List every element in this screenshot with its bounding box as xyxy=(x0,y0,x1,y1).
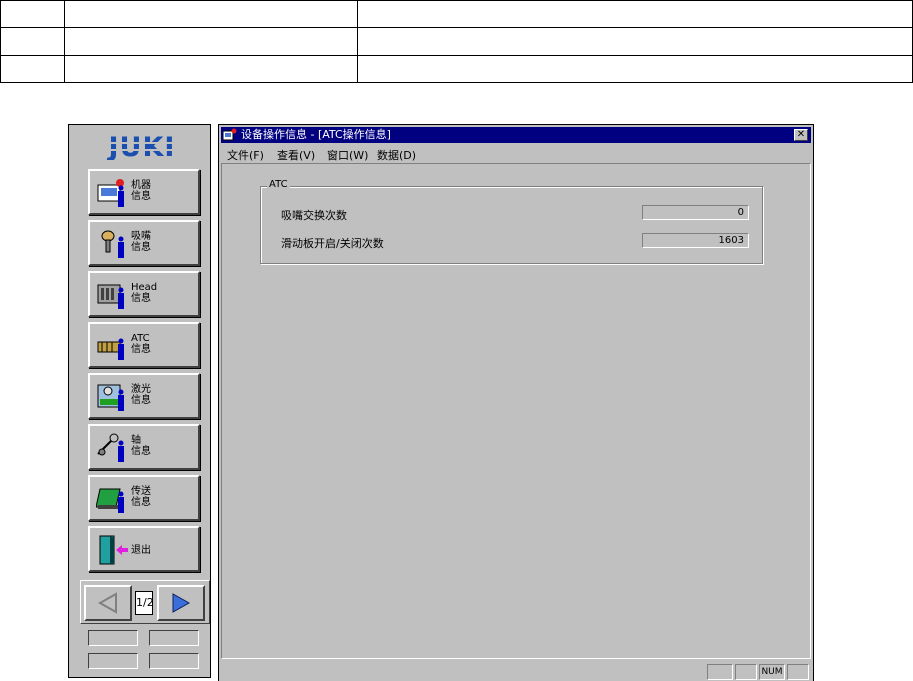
slide-plate-count-value: 1603 xyxy=(642,233,749,248)
button-label: ATC 信息 xyxy=(131,333,151,355)
status-slot xyxy=(88,630,138,646)
close-button[interactable]: ✕ xyxy=(794,129,808,141)
status-cell xyxy=(707,664,733,680)
window-app-icon xyxy=(223,128,237,141)
atc-groupbox: ATC 吸嘴交换次数 0 滑动板开启/关闭次数 1603 xyxy=(260,179,763,264)
machine-info-button[interactable]: 机器 信息 xyxy=(88,169,200,215)
head-info-button[interactable]: Head 信息 xyxy=(88,271,200,317)
button-label: 激光 信息 xyxy=(131,384,151,406)
exit-door-icon xyxy=(99,535,128,565)
nozzle-info-button[interactable]: 吸嘴 信息 xyxy=(88,220,200,266)
num-lock-indicator: NUM xyxy=(759,664,785,680)
table-row xyxy=(0,54,913,84)
status-slot xyxy=(149,653,199,669)
table-row xyxy=(0,27,913,56)
status-slot xyxy=(149,630,199,646)
head-info-icon xyxy=(97,284,124,309)
button-label: 轴 信息 xyxy=(131,435,151,457)
window-title: 设备操作信息 - [ATC操作信息] xyxy=(241,128,391,141)
page-indicator: 1/2 xyxy=(135,591,154,615)
slide-plate-count-label: 滑动板开启/关闭次数 xyxy=(281,237,384,250)
button-label: 退出 xyxy=(131,545,151,556)
atc-info-icon xyxy=(97,338,124,360)
nozzle-change-count-value: 0 xyxy=(642,205,749,220)
side-panel: JUKI 机器 信息 吸嘴 信息 Head 信息 ATC 信息 激光 信息 轴 … xyxy=(68,124,211,678)
laser-info-button[interactable]: 激光 信息 xyxy=(88,373,200,419)
right-arrow-icon xyxy=(172,593,191,613)
conveyor-info-button[interactable]: 传送 信息 xyxy=(88,475,200,521)
juki-logo: JUKI xyxy=(87,134,197,160)
group-legend: ATC xyxy=(267,179,290,190)
menu-bar: 文件(F) 查看(V) 窗口(W) 数据(D) xyxy=(221,145,811,163)
menu-data[interactable]: 数据(D) xyxy=(377,147,416,163)
atc-info-window: 设备操作信息 - [ATC操作信息] ✕ 文件(F) 查看(V) 窗口(W) 数… xyxy=(218,124,814,681)
svg-text:JUKI: JUKI xyxy=(107,134,176,160)
button-label: 吸嘴 信息 xyxy=(131,231,151,253)
axis-info-button[interactable]: 轴 信息 xyxy=(88,424,200,470)
menu-file[interactable]: 文件(F) xyxy=(227,147,264,163)
status-slot xyxy=(88,653,138,669)
machine-info-icon xyxy=(97,179,124,207)
button-label: Head 信息 xyxy=(131,282,158,304)
button-label: 机器 信息 xyxy=(131,180,151,202)
prev-page-button[interactable] xyxy=(84,585,132,621)
menu-window[interactable]: 窗口(W) xyxy=(327,147,368,163)
conveyor-info-icon xyxy=(96,488,124,513)
laser-info-icon xyxy=(97,384,124,411)
page-navigator: 1/2 xyxy=(80,580,210,624)
axis-info-icon xyxy=(97,433,124,462)
content-area: ATC 吸嘴交换次数 0 滑动板开启/关闭次数 1603 xyxy=(221,163,811,659)
title-bar[interactable]: 设备操作信息 - [ATC操作信息] ✕ xyxy=(221,127,811,143)
left-arrow-icon xyxy=(97,592,117,614)
button-label: 传送 信息 xyxy=(131,486,151,508)
menu-view[interactable]: 查看(V) xyxy=(277,147,315,163)
document-table xyxy=(0,0,913,84)
nozzle-info-icon xyxy=(101,230,124,258)
status-cell xyxy=(735,664,757,680)
status-bar: NUM xyxy=(221,662,811,680)
atc-info-button[interactable]: ATC 信息 xyxy=(88,322,200,368)
table-row xyxy=(0,0,913,29)
nozzle-change-count-label: 吸嘴交换次数 xyxy=(281,209,347,222)
status-cell xyxy=(787,664,809,680)
exit-button[interactable]: 退出 xyxy=(88,526,200,572)
next-page-button[interactable] xyxy=(157,585,205,621)
